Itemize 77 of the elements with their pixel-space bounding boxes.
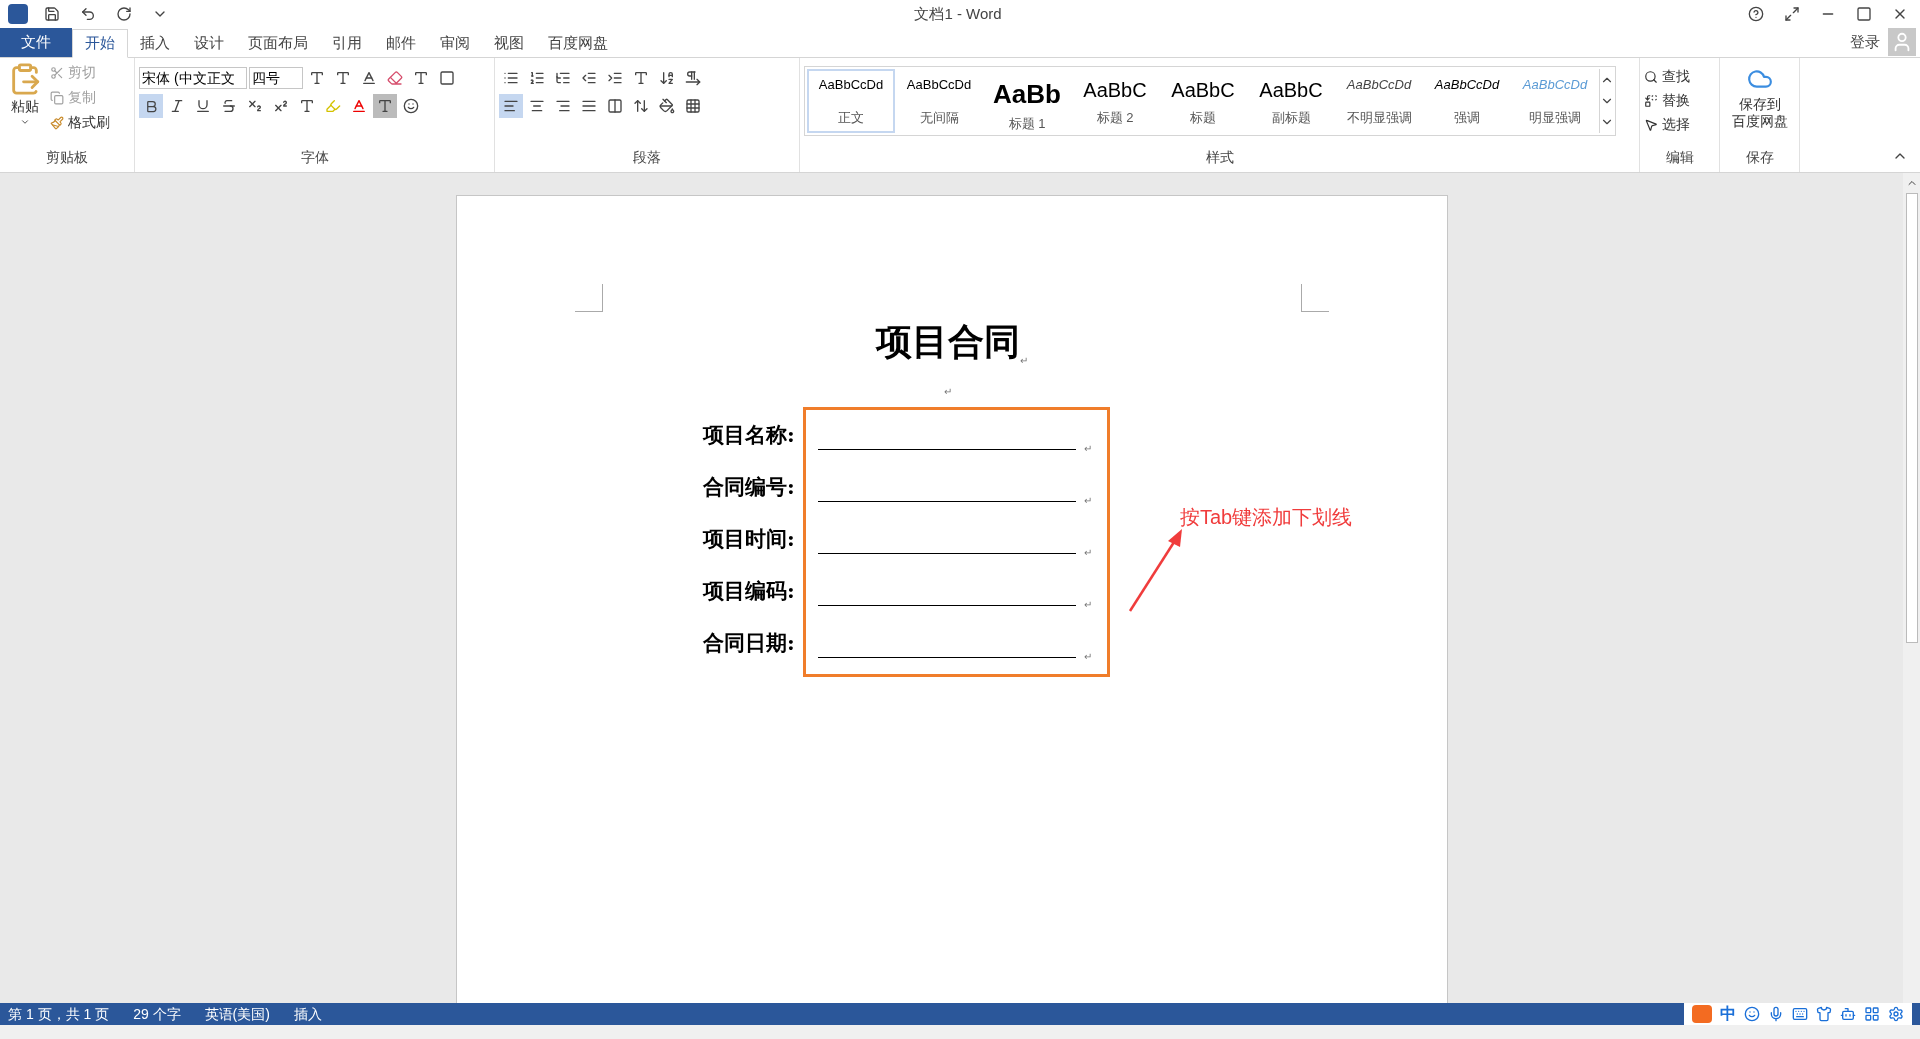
- field-label: 项目时间:: [703, 525, 796, 554]
- paragraph-mark: ↵: [1083, 598, 1092, 612]
- editing-button[interactable]: 替换: [1644, 90, 1715, 111]
- group-label: 保存: [1744, 148, 1775, 167]
- status-item[interactable]: 英语(美国): [204, 1003, 270, 1025]
- ribbon-tab[interactable]: 插入: [128, 29, 182, 58]
- arrow-icon: [1127, 527, 1184, 613]
- caret-icon: [20, 117, 30, 127]
- ribbon-tab[interactable]: 页面布局: [236, 29, 320, 58]
- save-to-cloud-button[interactable]: 保存到 百度网盘: [1720, 58, 1799, 147]
- status-item[interactable]: 29 个字: [133, 1003, 181, 1025]
- paragraph-mark: ↵: [1083, 494, 1092, 508]
- copy-icon: [50, 90, 64, 105]
- field-label: 项目名称:: [703, 421, 796, 450]
- paragraph-mark: ↵: [1083, 546, 1092, 560]
- word-logo-icon: [8, 4, 28, 24]
- keyboard-icon: [1792, 1006, 1808, 1022]
- style-item[interactable]: AaBbC 副标题: [1247, 69, 1335, 133]
- style-item[interactable]: AaBbCcDd 无间隔: [895, 69, 983, 133]
- paintbrush-icon: [50, 115, 64, 130]
- sign-in-link[interactable]: 登录: [1850, 30, 1880, 53]
- document-title: 项目合同: [875, 319, 1020, 364]
- shirt-icon: [1816, 1006, 1832, 1022]
- status-item[interactable]: 插入: [293, 1003, 322, 1025]
- vertical-scrollbar[interactable]: [1903, 173, 1920, 1003]
- paragraph-mark: ↵: [1019, 354, 1028, 368]
- style-item[interactable]: AaBbCcDd 强调: [1423, 69, 1511, 133]
- ribbon-tab[interactable]: 开始: [72, 29, 128, 58]
- paste-button[interactable]: 粘贴: [4, 62, 46, 147]
- annotation-text: 按Tab键添加下划线: [1179, 505, 1353, 530]
- corner-mark-icon: [1300, 284, 1329, 312]
- group-label: 样式: [1204, 148, 1235, 167]
- ribbon-tab[interactable]: 审阅: [428, 29, 482, 58]
- ribbon-tab[interactable]: 设计: [182, 29, 236, 58]
- file-tab[interactable]: 文件: [0, 28, 72, 57]
- scissors-icon: [50, 65, 64, 80]
- align-left-icon: [503, 98, 519, 114]
- character-shading-icon[interactable]: [373, 94, 397, 118]
- emoji-icon: [1744, 1006, 1760, 1022]
- status-item[interactable]: 第 1 页，共 1 页: [8, 1003, 110, 1025]
- paragraph-mark: ↵: [943, 385, 952, 399]
- paragraph-mark: ↵: [1083, 442, 1092, 456]
- ribbon-tab[interactable]: 邮件: [374, 29, 428, 58]
- bold-button[interactable]: [139, 94, 163, 118]
- paragraph-mark: ↵: [1083, 650, 1092, 664]
- ribbon-tab[interactable]: 引用: [320, 29, 374, 58]
- font-family-dropdown[interactable]: 宋体 (中文正文: [139, 67, 247, 89]
- search-icon: [1644, 69, 1658, 84]
- field-label: 合同编号:: [703, 473, 796, 502]
- corner-mark-icon: [574, 284, 603, 312]
- window-title: 文档1 - Word: [914, 3, 1002, 24]
- style-item[interactable]: AaBbCcDd 不明显强调: [1335, 69, 1423, 133]
- ribbon-tab[interactable]: 百度网盘: [536, 29, 620, 58]
- style-item[interactable]: AaBb 标题 1: [983, 69, 1071, 133]
- ribbon-tab[interactable]: 视图: [482, 29, 536, 58]
- style-item[interactable]: AaBbC 标题: [1159, 69, 1247, 133]
- style-item[interactable]: AaBbC 标题 2: [1071, 69, 1159, 133]
- font-size-dropdown[interactable]: 四号: [249, 67, 303, 89]
- field-label: 项目编码:: [703, 577, 796, 606]
- clipboard-button[interactable]: 格式刷: [50, 112, 110, 133]
- align-left-button[interactable]: [499, 94, 523, 118]
- microphone-icon: [1768, 1006, 1784, 1022]
- style-item[interactable]: AaBbCcDd 明显强调: [1511, 69, 1599, 133]
- editing-button[interactable]: 选择: [1644, 114, 1715, 135]
- group-label: 段落: [632, 148, 662, 167]
- replace-icon: [1644, 93, 1658, 108]
- grid-icon: [1864, 1006, 1880, 1022]
- ime-mode[interactable]: 中: [1720, 1002, 1736, 1026]
- group-label: 字体: [299, 148, 330, 167]
- group-label: 编辑: [1664, 148, 1695, 167]
- group-label: 剪贴板: [45, 148, 89, 167]
- field-label: 合同日期:: [703, 629, 796, 658]
- settings-icon: [1888, 1006, 1904, 1022]
- editing-button[interactable]: 查找: [1644, 66, 1715, 87]
- style-item[interactable]: AaBbCcDd 正文: [807, 69, 895, 133]
- robot-icon: [1840, 1006, 1856, 1022]
- pointer-icon: [1644, 117, 1658, 132]
